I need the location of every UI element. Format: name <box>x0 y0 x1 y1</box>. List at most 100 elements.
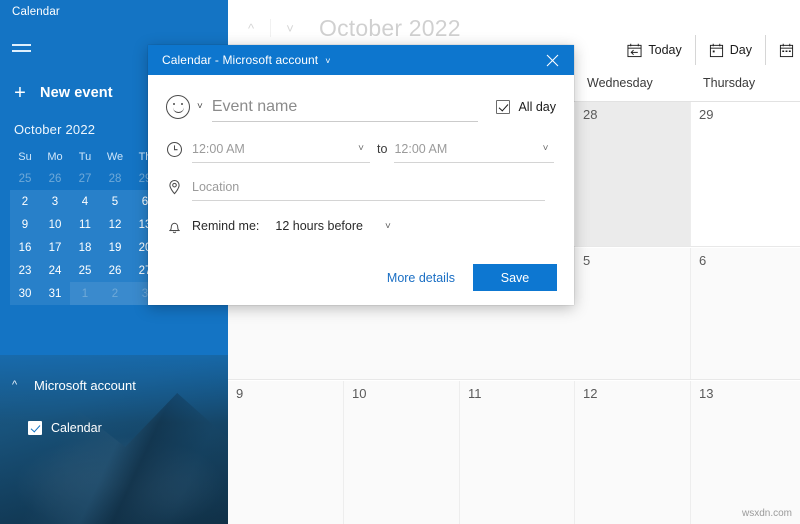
clock-icon <box>166 141 192 158</box>
view-toolbar: Today Day <box>616 32 800 68</box>
day-cell[interactable]: 13 <box>691 381 800 524</box>
chevron-down-icon[interactable]: ˅ <box>539 143 555 154</box>
dayname-wednesday: Wednesday <box>587 76 653 90</box>
event-name-row: ˅ All day <box>166 84 556 130</box>
day-cell[interactable]: 12 <box>575 381 691 524</box>
day-cell[interactable]: 28 <box>575 102 691 246</box>
mini-day[interactable]: 24 <box>40 259 70 282</box>
mini-day[interactable]: 2 <box>10 190 40 213</box>
plus-icon: + <box>14 82 26 104</box>
mini-day[interactable]: 5 <box>100 190 130 213</box>
day-number: 11 <box>468 386 482 401</box>
divider <box>270 19 271 37</box>
more-details-link[interactable]: More details <box>387 271 455 285</box>
location-field[interactable] <box>192 173 545 201</box>
mini-day[interactable]: 31 <box>40 282 70 305</box>
chevron-down-icon[interactable]: ˅ <box>325 56 330 66</box>
day-view-button-label: Day <box>729 43 752 57</box>
mini-day[interactable]: 1 <box>70 282 100 305</box>
day-number: 6 <box>699 253 707 268</box>
mini-day[interactable]: 23 <box>10 259 40 282</box>
mini-day[interactable]: 2 <box>100 282 130 305</box>
chevron-down-icon[interactable]: ˅ <box>197 101 203 112</box>
dialog-body: ˅ All day ˅ to <box>148 84 574 246</box>
mini-day[interactable]: 19 <box>100 236 130 259</box>
month-navigation-header: ^ ˅ October 2022 <box>228 8 648 48</box>
mini-day[interactable]: 11 <box>70 213 100 236</box>
dialog-title-bar: Calendar - Microsoft account ˅ <box>148 45 574 75</box>
day-cell[interactable]: 6 <box>691 248 800 379</box>
mini-day[interactable]: 17 <box>40 236 70 259</box>
chevron-up-icon: ^ <box>12 378 18 391</box>
account-group-toggle[interactable]: ^ Microsoft account <box>12 378 136 393</box>
account-label: Microsoft account <box>34 378 136 393</box>
chevron-down-icon[interactable]: ˅ <box>275 14 305 42</box>
mini-day[interactable]: 16 <box>10 236 40 259</box>
mini-day[interactable]: 25 <box>70 259 100 282</box>
chevron-down-icon[interactable]: ˅ <box>354 143 370 154</box>
mini-day[interactable]: 4 <box>70 190 100 213</box>
calendar-app: Calendar + New event October 2022 Su Mo … <box>0 0 800 524</box>
start-time-input[interactable] <box>192 135 355 162</box>
toolbar-divider <box>694 35 696 65</box>
mini-day[interactable]: 9 <box>10 213 40 236</box>
all-day-checkbox-row[interactable]: All day <box>496 100 556 114</box>
time-separator-label: to <box>377 142 388 156</box>
mini-day[interactable]: 28 <box>100 167 130 190</box>
mini-day[interactable]: 10 <box>40 213 70 236</box>
mini-day[interactable]: 12 <box>100 213 130 236</box>
mini-day[interactable]: 18 <box>70 236 100 259</box>
grid-week-row: 9 10 11 12 13 <box>228 381 800 524</box>
dialog-footer: More details Save <box>387 264 557 291</box>
all-day-label: All day <box>518 100 556 114</box>
day-cell[interactable]: 9 <box>228 381 344 524</box>
mini-day[interactable]: 26 <box>40 167 70 190</box>
location-input[interactable] <box>192 173 545 200</box>
end-time-field[interactable]: ˅ <box>394 135 555 163</box>
chevron-up-icon[interactable]: ^ <box>236 14 266 42</box>
start-time-field[interactable]: ˅ <box>192 135 370 163</box>
reminder-label: Remind me: <box>192 219 260 233</box>
location-row <box>166 168 556 206</box>
all-day-checkbox[interactable] <box>496 100 511 114</box>
event-name-input[interactable] <box>211 92 479 122</box>
bell-icon <box>166 218 192 235</box>
hamburger-icon[interactable] <box>9 37 39 61</box>
reminder-value[interactable]: 12 hours before <box>275 219 363 233</box>
save-button[interactable]: Save <box>473 264 557 291</box>
mini-day[interactable]: 3 <box>40 190 70 213</box>
day-cell[interactable]: 5 <box>575 248 691 379</box>
day-cell[interactable]: 29 <box>691 102 800 246</box>
mini-day[interactable]: 26 <box>100 259 130 282</box>
chevron-down-icon[interactable]: ˅ <box>385 221 391 232</box>
location-pin-icon <box>166 179 192 196</box>
mini-day[interactable]: 30 <box>10 282 40 305</box>
day-cell[interactable]: 11 <box>460 381 575 524</box>
reminder-row: Remind me: 12 hours before ˅ <box>166 206 556 246</box>
day-number: 29 <box>699 107 714 122</box>
calendar-checkbox[interactable] <box>28 421 42 435</box>
mini-day[interactable]: 27 <box>70 167 100 190</box>
today-button[interactable]: Today <box>616 34 692 66</box>
dialog-title: Calendar - Microsoft account <box>162 53 319 67</box>
day-number: 5 <box>583 253 591 268</box>
weekday-tu: Tu <box>78 151 92 163</box>
calendar-checkbox-row[interactable]: Calendar <box>28 421 102 435</box>
day-cell[interactable]: 10 <box>344 381 460 524</box>
day-view-button[interactable]: Day <box>698 34 763 66</box>
calendar-checkbox-label: Calendar <box>51 421 102 435</box>
today-button-label: Today <box>648 43 682 57</box>
weekday-su: Su <box>18 151 32 163</box>
end-time-input[interactable] <box>394 135 539 162</box>
smiley-face-icon[interactable] <box>166 95 190 119</box>
calendar-day-icon <box>709 43 724 58</box>
mini-day[interactable]: 25 <box>10 167 40 190</box>
close-icon[interactable] <box>530 45 574 75</box>
day-number: 28 <box>583 107 598 122</box>
weekday-we: We <box>106 151 124 163</box>
page-title: October 2022 <box>319 14 461 41</box>
time-row: ˅ to ˅ <box>166 130 556 168</box>
day-number: 12 <box>583 386 598 401</box>
day-number: 13 <box>699 386 714 401</box>
view-options-button[interactable] <box>768 34 800 66</box>
